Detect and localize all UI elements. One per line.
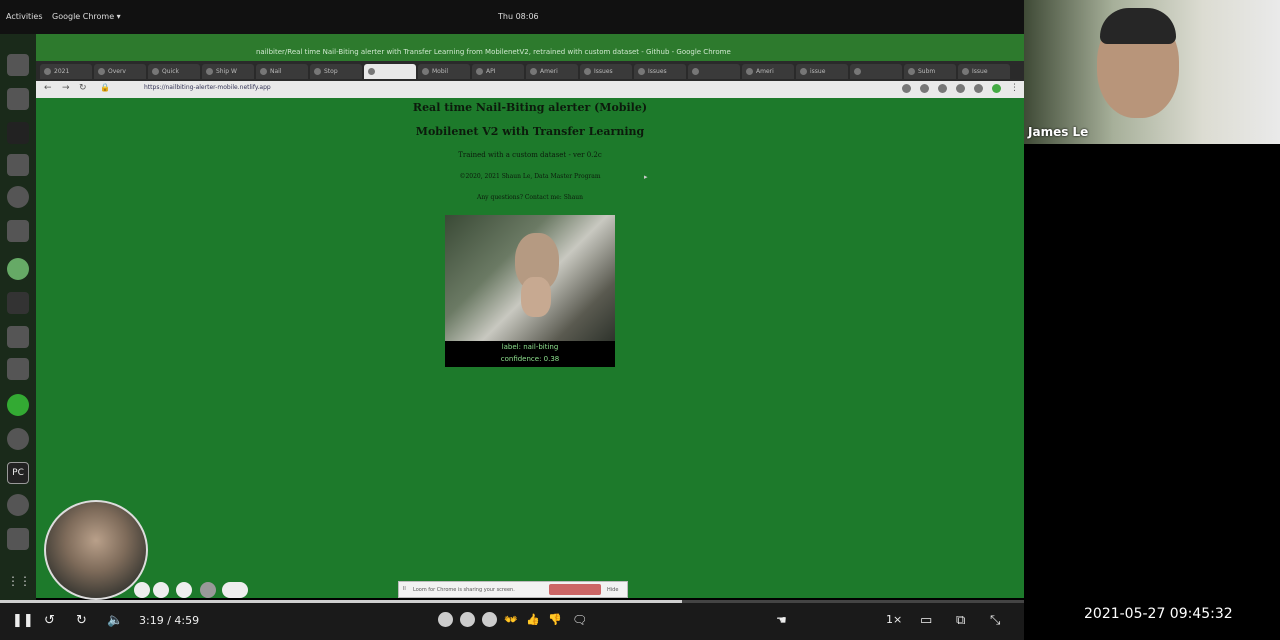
emoji-reaction-icon[interactable] xyxy=(460,612,475,627)
webcam-prediction-panel: label: nail-biting confidence: 0.38 xyxy=(445,215,615,367)
forward-icon[interactable]: → xyxy=(62,83,70,93)
document-icon[interactable] xyxy=(7,326,29,348)
dataset-note: Trained with a custom dataset - ver 0.2c xyxy=(458,151,602,159)
hide-button[interactable]: Hide xyxy=(607,587,618,593)
prediction-confidence: confidence: 0.38 xyxy=(500,355,560,363)
browser-tab[interactable] xyxy=(688,64,740,79)
browser-tab[interactable]: Ameri xyxy=(742,64,794,79)
notification-text: Loom for Chrome is sharing your screen. xyxy=(413,587,515,593)
theater-mode-icon[interactable]: ▭ xyxy=(920,613,932,628)
presenter-camera-bubble[interactable] xyxy=(44,500,148,600)
browser-tab[interactable]: 2021 xyxy=(40,64,92,79)
bubble-control-icon[interactable] xyxy=(134,582,150,598)
bubble-control-icon[interactable] xyxy=(176,582,192,598)
browser-tab[interactable]: Issues xyxy=(580,64,632,79)
recording-timestamp: 2021-05-27 09:45:32 xyxy=(1084,606,1233,622)
terminal-icon[interactable] xyxy=(7,122,29,144)
browser-title-bar: nailbiter/Real time Nail-Biting alerter … xyxy=(36,34,1024,61)
system-clock[interactable]: Thu 08:06 xyxy=(498,12,539,21)
os-top-bar: Activities Google Chrome ▾ Thu 08:06 xyxy=(0,0,1024,34)
pycharm-icon[interactable]: PC xyxy=(7,462,29,484)
lock-icon: 🔒 xyxy=(100,83,110,92)
bubble-control-icon[interactable] xyxy=(153,582,169,598)
hand-cursor-icon: ☚ xyxy=(776,613,787,627)
browser-tab[interactable]: Nail xyxy=(256,64,308,79)
participant-hair xyxy=(1100,8,1176,44)
activities-button[interactable]: Activities xyxy=(6,12,43,21)
credits: ©2020, 2021 Shaun Le, Data Master Progra… xyxy=(459,173,601,180)
comment-icon[interactable]: 🗨 xyxy=(572,613,587,627)
progress-fill xyxy=(0,600,682,603)
stop-sharing-button[interactable] xyxy=(549,584,601,595)
browser-tab[interactable]: Issues xyxy=(634,64,686,79)
screen-share-notification: ll Loom for Chrome is sharing your scree… xyxy=(398,581,628,598)
speed-button[interactable]: 1× xyxy=(886,613,902,626)
window-title: nailbiter/Real time Nail-Biting alerter … xyxy=(256,48,731,56)
chrome-icon[interactable] xyxy=(7,258,29,280)
hand xyxy=(521,277,551,317)
emoji-reaction-icon[interactable] xyxy=(482,612,497,627)
files-icon[interactable] xyxy=(7,88,29,110)
app-icon[interactable] xyxy=(7,220,29,242)
app-icon[interactable] xyxy=(7,428,29,450)
page-subtitle: Mobilenet V2 with Transfer Learning xyxy=(415,125,645,138)
bubble-control-icon[interactable] xyxy=(222,582,248,598)
star-icon[interactable] xyxy=(920,84,929,93)
browser-tab[interactable]: Ship W xyxy=(202,64,254,79)
extension-icon[interactable] xyxy=(974,84,983,93)
show-apps-icon[interactable]: ⋮⋮ xyxy=(7,574,31,596)
contact-text[interactable]: Any questions? Contact me: Shaun xyxy=(36,194,1024,201)
prediction-label: label: nail-biting xyxy=(501,343,559,351)
picture-in-picture-icon[interactable]: ⧉ xyxy=(956,613,965,628)
settings-icon[interactable] xyxy=(7,494,29,516)
browser-tab[interactable]: issue xyxy=(796,64,848,79)
browser-tab[interactable]: Ameri xyxy=(526,64,578,79)
extension-icon[interactable] xyxy=(938,84,947,93)
extension-icon[interactable] xyxy=(956,84,965,93)
browser-tab[interactable]: API xyxy=(472,64,524,79)
menu-dots-icon[interactable]: ⋮ xyxy=(1010,83,1019,93)
emoji-reaction-icon[interactable] xyxy=(438,612,453,627)
app-menu[interactable]: Google Chrome ▾ xyxy=(52,12,121,21)
browser-tab[interactable] xyxy=(364,64,416,79)
app-icon[interactable] xyxy=(7,186,29,208)
url-field[interactable]: https://nailbiting-alerter-mobile.netlif… xyxy=(144,84,271,91)
forward-icon[interactable]: ↻ xyxy=(76,613,87,628)
web-page: Real time Nail-Biting alerter (Mobile) M… xyxy=(36,98,1024,598)
tab-strip: 2021 Overv Quick Ship W Nail Stop Mobil API Amer… xyxy=(36,61,1024,81)
browser-tab[interactable]: Mobil xyxy=(418,64,470,79)
bubble-control-icon[interactable] xyxy=(200,582,216,598)
app-icon[interactable] xyxy=(7,54,29,76)
profile-avatar-icon[interactable] xyxy=(992,84,1001,93)
time-display: 3:19 / 4:59 xyxy=(139,614,200,627)
browser-tab[interactable] xyxy=(850,64,902,79)
volume-icon[interactable]: 🔈 xyxy=(107,613,123,628)
exit-fullscreen-icon[interactable]: ⤡ xyxy=(990,613,1000,628)
browser-tab[interactable]: Subm xyxy=(904,64,956,79)
clap-icon[interactable]: 👐 xyxy=(504,613,518,626)
os-dock: PC ⋮⋮ xyxy=(0,34,36,600)
shield-icon[interactable] xyxy=(7,154,29,176)
page-title: Real time Nail-Biting alerter (Mobile) xyxy=(412,101,648,114)
app-icon[interactable] xyxy=(7,358,29,380)
pause-icon[interactable]: ❚❚ xyxy=(12,613,34,628)
webcam-feed xyxy=(445,215,615,341)
browser-tab[interactable]: Issue xyxy=(958,64,1010,79)
browser-tab[interactable]: Quick xyxy=(148,64,200,79)
pause-icon: ll xyxy=(403,586,406,592)
reload-icon[interactable]: ↻ xyxy=(79,83,87,93)
terminal-icon[interactable] xyxy=(7,292,29,314)
back-icon[interactable]: ← xyxy=(44,83,52,93)
browser-tab[interactable]: Overv xyxy=(94,64,146,79)
participant-name: James Le xyxy=(1028,125,1089,139)
thumbs-down-icon[interactable]: 👎 xyxy=(548,613,562,626)
rewind-icon[interactable]: ↺ xyxy=(44,613,55,628)
extension-icon[interactable] xyxy=(902,84,911,93)
thumbs-up-icon[interactable]: 👍 xyxy=(526,613,540,626)
app-icon[interactable] xyxy=(7,528,29,550)
address-bar: ← → ↻ 🔒 https://nailbiting-alerter-mobil… xyxy=(36,81,1024,99)
app-icon[interactable] xyxy=(7,394,29,416)
browser-tab[interactable]: Stop xyxy=(310,64,362,79)
mouse-cursor-icon: ▸ xyxy=(644,173,648,181)
